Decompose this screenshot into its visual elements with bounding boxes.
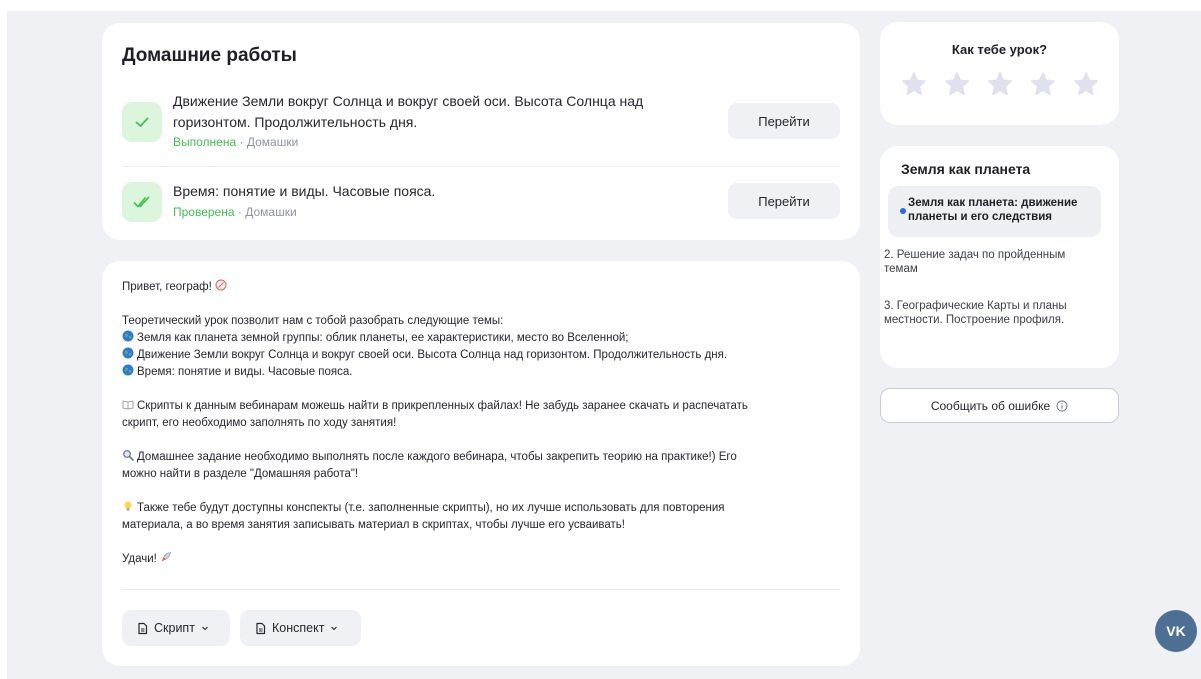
homework-meta: Проверена · Домашки <box>173 205 297 219</box>
star-icon[interactable] <box>901 71 927 97</box>
divider <box>122 589 840 590</box>
notes-line: Также тебе будут доступны конспекты (т.е… <box>122 500 842 517</box>
homework-item: Время: понятие и виды. Часовые пояса. Пр… <box>122 166 840 231</box>
notes-button-label: Конспект <box>272 621 325 635</box>
lesson-description-card: Привет, географ! Теоретический урок позв… <box>102 261 860 666</box>
file-icon <box>256 622 266 634</box>
report-error-button[interactable]: Сообщить об ошибке <box>880 388 1119 423</box>
homework-category: Домашки <box>246 135 299 149</box>
scripts-line: Скрипты к данным вебинарам можешь найти … <box>122 398 842 415</box>
farewell-line: Удачи! <box>122 551 842 568</box>
homework-category: Домашки <box>245 205 297 219</box>
active-dot-icon <box>900 208 906 214</box>
greeting-line: Привет, географ! <box>122 279 842 296</box>
topic-line: Земля как планета земной группы: облик п… <box>122 330 842 347</box>
rocket-icon <box>161 552 171 562</box>
double-check-icon <box>122 182 162 222</box>
book-icon <box>122 400 134 410</box>
star-icon[interactable] <box>1030 71 1056 97</box>
homework-name: Движение Земли вокруг Солнца и вокруг св… <box>173 93 644 130</box>
rating-title: Как тебе урок? <box>951 42 1048 57</box>
topic-line: Время: понятие и виды. Часовые пояса. <box>122 364 842 381</box>
goto-button[interactable]: Перейти <box>728 183 840 219</box>
rating-card: Как тебе урок? <box>880 22 1119 125</box>
star-icon[interactable] <box>987 71 1013 97</box>
homework-info-line: можно найти в разделе "Домашняя работа"! <box>122 468 359 480</box>
homework-card: Домашние работы Движение Земли вокруг Со… <box>102 23 860 240</box>
star-icon[interactable] <box>1073 71 1099 97</box>
topic-nav-title: Земля как планета <box>901 161 1031 177</box>
homework-status: Выполнена <box>173 135 237 149</box>
goto-button[interactable]: Перейти <box>728 103 840 139</box>
globe-icon <box>122 347 134 359</box>
check-icon <box>122 102 162 142</box>
homework-item: Движение Земли вокруг Солнца и вокруг св… <box>122 93 840 165</box>
topic-nav-item-active[interactable]: Земля как планета: движение планеты и ег… <box>888 186 1101 237</box>
lightbulb-icon <box>124 501 132 511</box>
topic-line: Движение Земли вокруг Солнца и вокруг св… <box>122 347 842 364</box>
script-dropdown-button[interactable]: Скрипт <box>122 610 230 646</box>
homework-name: Время: понятие и виды. Часовые пояса. <box>173 183 436 199</box>
globe-icon <box>122 330 134 342</box>
meta-separator: · <box>239 135 244 149</box>
intro-line: Теоретический урок позволит нам с тобой … <box>122 315 504 327</box>
chevron-down-icon <box>331 626 338 631</box>
notes-dropdown-button[interactable]: Конспект <box>240 610 361 646</box>
script-button-label: Скрипт <box>154 621 195 635</box>
lesson-description: Привет, географ! Теоретический урок позв… <box>122 279 842 568</box>
vk-icon: VK <box>1166 623 1186 639</box>
homework-info-line: Домашнее задание необходимо выполнять по… <box>122 449 842 466</box>
homework-status: Проверена <box>173 205 235 219</box>
chevron-down-icon <box>202 626 208 631</box>
info-icon <box>1056 400 1068 411</box>
homework-title: Домашние работы <box>122 45 297 66</box>
star-icon[interactable] <box>944 71 970 97</box>
homework-meta: Выполнена · Домашки <box>173 135 298 149</box>
topic-nav-label: Земля как планета: движение планеты и ег… <box>908 197 1078 223</box>
file-icon <box>138 622 148 634</box>
topic-nav-card: Земля как планета Земля как планета: дви… <box>880 146 1119 368</box>
meta-separator: · <box>237 205 242 219</box>
topic-nav-label: 2. Решение задач по пройденным темам <box>884 249 1066 275</box>
topic-nav-label: 3. Географические Карты и планы местност… <box>884 300 1067 326</box>
vk-chat-button[interactable]: VK <box>1155 610 1197 652</box>
notes-line: материала, а во время занятия записывать… <box>122 519 625 531</box>
globe-icon <box>122 364 134 376</box>
compass-icon <box>215 279 227 291</box>
magnifier-icon <box>123 450 134 461</box>
scripts-line: скрипт, его необходимо заполнять по ходу… <box>122 417 397 429</box>
report-error-label: Сообщить об ошибке <box>930 398 1051 413</box>
star-rating <box>901 71 1099 97</box>
